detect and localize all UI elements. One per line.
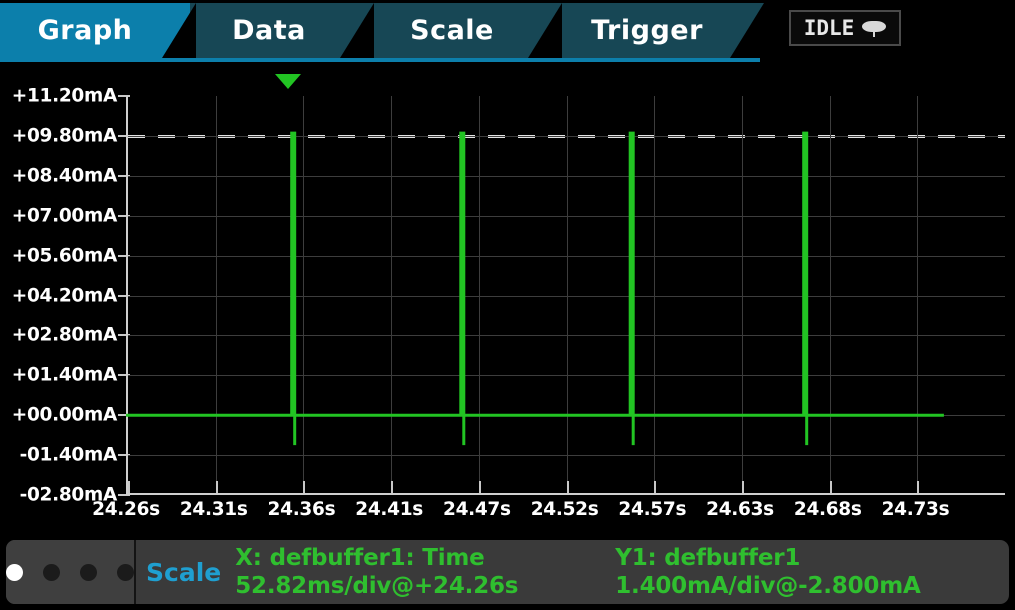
tab-graph-label: Graph [37,15,133,46]
tab-trigger[interactable]: Trigger [556,3,764,58]
tab-scale-label: Scale [410,15,494,46]
tab-data[interactable]: Data [190,3,374,58]
y-axis-tick-label: +08.40mA [11,165,118,187]
x-scale-readout: 52.82ms/div@+24.26s [235,573,519,599]
tab-slant [730,3,764,58]
scale-panel-label: Scale [146,557,222,587]
tab-trigger-label: Trigger [591,15,703,46]
y-readout-column: Y1: defbuffer1 1.400mA/div@-2.800mA [615,545,1009,599]
y-axis-tick-label: +01.40mA [11,364,118,386]
waveform-trace [126,131,944,446]
y-channel-readout: Y1: defbuffer1 [615,545,801,571]
x-channel-readout: X: defbuffer1: Time [235,545,485,571]
trigger-idle-icon [862,18,887,38]
x-axis-labels: 24.26s 24.31s 24.36s 24.41s 24.47s 24.52s 24.5… [0,499,1015,535]
page-dot[interactable] [6,563,23,581]
y-axis-tick-label: +11.20mA [11,85,118,107]
x-axis-tick-label: 24.36s [267,499,336,520]
waveform-path [126,131,944,446]
instrument-screen: Graph Data Scale Trigger IDLE +11.20mA +0… [0,0,1015,610]
x-axis-tick-label: 24.41s [355,499,424,520]
x-axis-tick-label: 24.68s [793,499,862,520]
y-axis-labels: +11.20mA +09.80mA +08.40mA +07.00mA +05.60mA… [0,62,130,535]
page-indicator-dots[interactable] [6,540,136,604]
y-axis-tick-label: +09.80mA [11,125,118,147]
tab-bar: Graph Data Scale Trigger IDLE [0,0,1015,63]
x-axis-tick-label: 24.73s [881,499,950,520]
y-axis-tick-label: +00.00mA [11,404,118,426]
status-badge-idle[interactable]: IDLE [789,10,901,46]
x-axis-tick-label: 24.52s [530,499,599,520]
y-axis-tick-label: +02.80mA [11,324,118,346]
graph-plot-area[interactable]: +11.20mA +09.80mA +08.40mA +07.00mA +05.60mA… [0,62,1015,535]
tab-slant [528,3,562,58]
x-axis-tick-label: 24.63s [706,499,774,520]
y-scale-readout: 1.400mA/div@-2.800mA [615,573,921,599]
y-axis-tick-label: +05.60mA [11,245,118,267]
page-dot[interactable] [80,563,97,581]
tab-graph[interactable]: Graph [0,3,196,58]
x-readout-column: X: defbuffer1: Time 52.82ms/div@+24.26s [235,545,615,599]
x-axis-tick-label: 24.31s [179,499,248,520]
trigger-marker-icon [275,74,302,89]
y-axis-tick-label: -01.40mA [19,444,118,466]
tab-data-label: Data [232,15,306,46]
page-dot[interactable] [43,563,60,581]
readout-group: X: defbuffer1: Time 52.82ms/div@+24.26s … [231,540,1009,604]
page-dot[interactable] [117,563,134,581]
x-axis-tick-label: 24.26s [92,499,160,520]
y-axis-tick-label: +04.20mA [11,285,118,306]
y-axis-tick-label: +07.00mA [11,205,118,227]
bottom-status-bar: Scale X: defbuffer1: Time 52.82ms/div@+2… [6,540,1009,604]
x-axis-tick-label: 24.57s [618,499,687,520]
tab-scale[interactable]: Scale [368,3,562,58]
status-badge-label: IDLE [803,16,855,40]
x-axis-tick-label: 24.47s [442,499,511,520]
